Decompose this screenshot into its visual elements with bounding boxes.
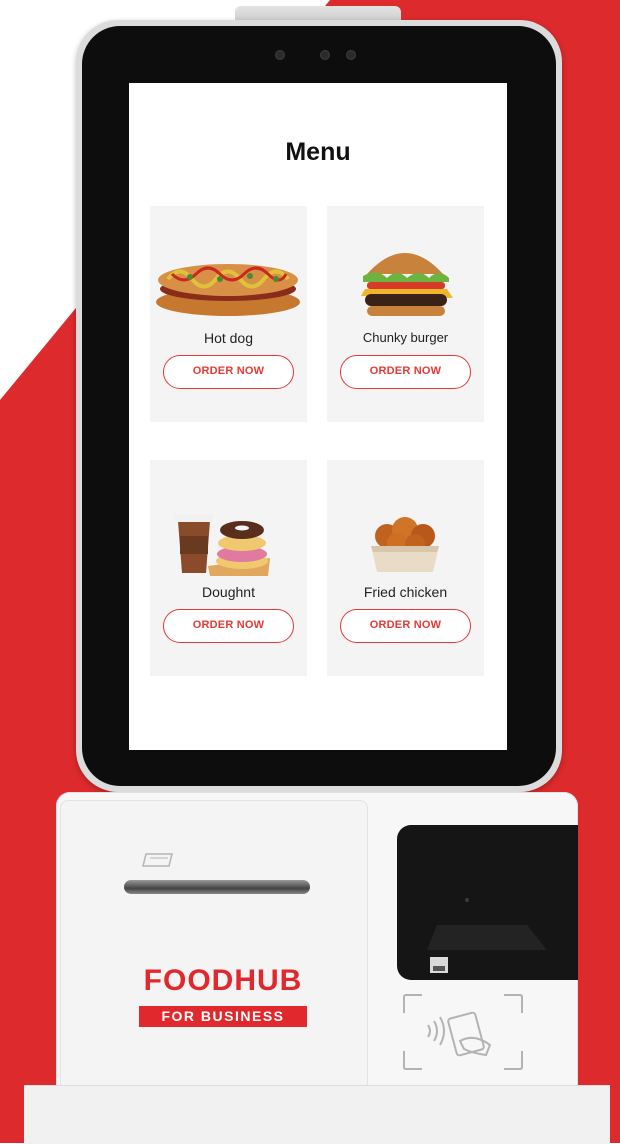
receipt-icon <box>142 853 173 867</box>
menu-item-chunky-burger[interactable]: Chunky burger ORDER NOW <box>327 206 484 422</box>
menu-item-doughnut[interactable]: Doughnt ORDER NOW <box>150 460 307 676</box>
menu-item-fried-chicken[interactable]: Fried chicken ORDER NOW <box>327 460 484 676</box>
item-name: Doughnt <box>202 584 255 600</box>
sensor-icon <box>346 50 356 60</box>
scanner-window-icon <box>427 898 547 973</box>
doughnut-coffee-image <box>175 514 270 576</box>
order-now-button[interactable]: ORDER NOW <box>163 609 294 643</box>
order-now-button[interactable]: ORDER NOW <box>340 609 471 643</box>
order-now-button[interactable]: ORDER NOW <box>163 355 294 389</box>
contactless-payment-icon <box>403 994 523 1070</box>
sensor-icon <box>320 50 330 60</box>
barcode-scanner <box>397 825 578 980</box>
page-title: Menu <box>285 138 351 166</box>
item-name: Fried chicken <box>363 584 448 600</box>
receipt-slot <box>124 880 310 894</box>
fried-chicken-image <box>371 517 439 572</box>
item-name: Hot dog <box>203 330 254 346</box>
burger-image <box>361 253 453 316</box>
order-now-button[interactable]: ORDER NOW <box>340 355 471 389</box>
foodhub-logo: FOODHUB <box>143 964 303 997</box>
receipt-printer <box>60 800 368 1102</box>
camera-icon <box>275 50 285 60</box>
hot-dog-image <box>156 264 300 316</box>
foodhub-logo-tagline: FOR BUSINESS <box>139 1006 307 1027</box>
menu-item-hot-dog[interactable]: Hot dog ORDER NOW <box>150 206 307 422</box>
item-name: Chunky burger <box>362 330 449 345</box>
kiosk-platform <box>24 1085 610 1144</box>
